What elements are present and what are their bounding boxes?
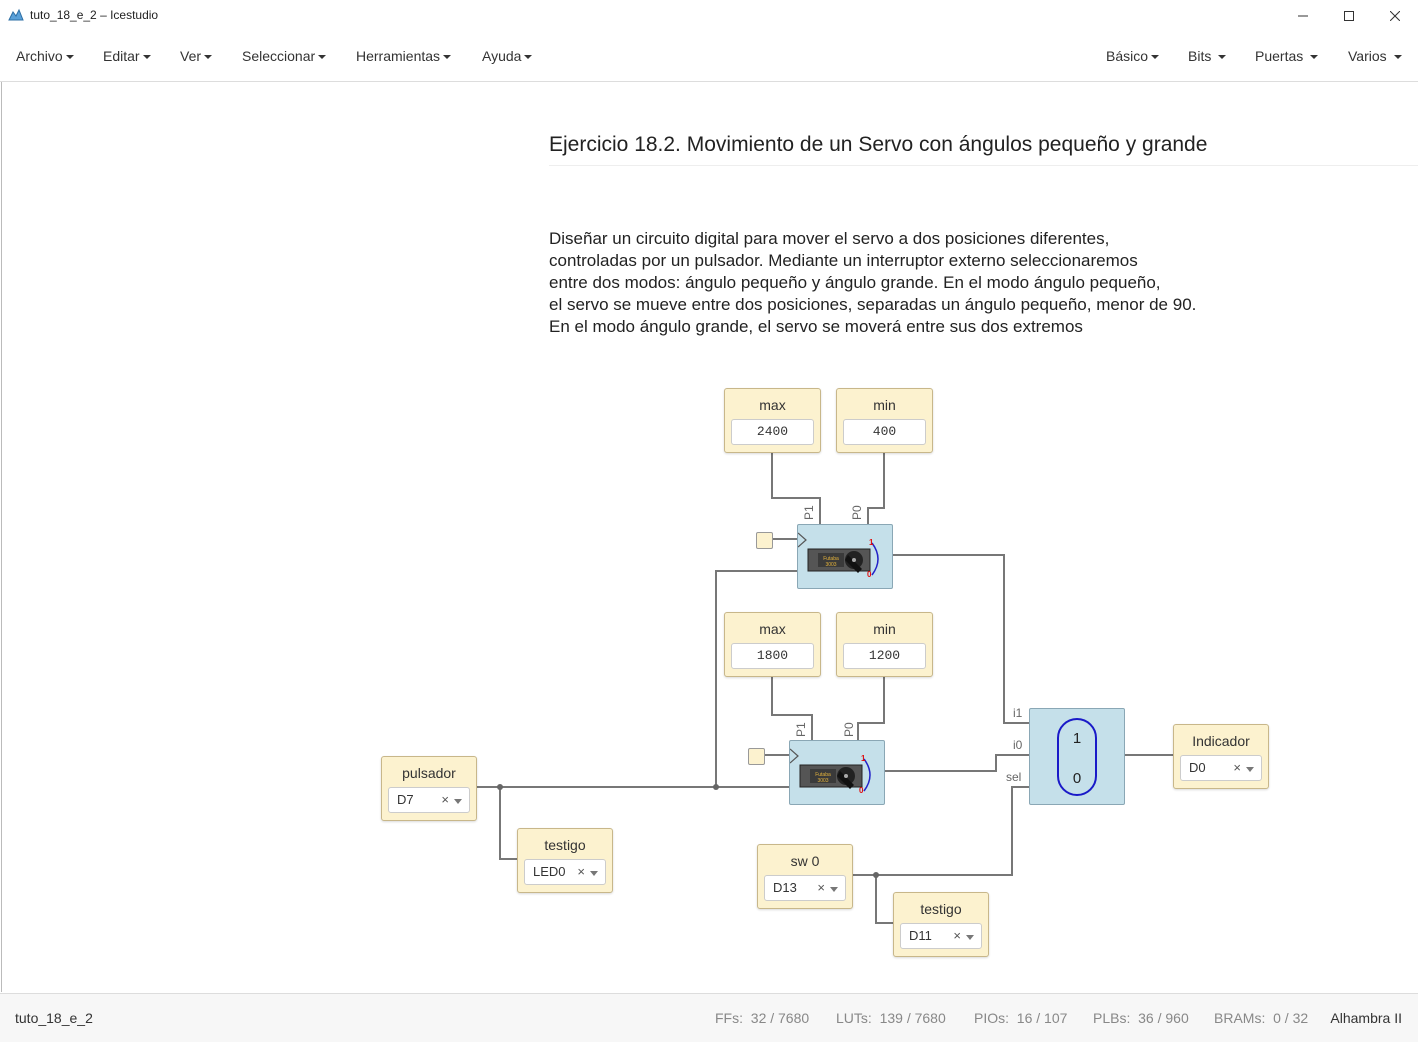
dropdown-arrow-icon[interactable] (830, 887, 838, 892)
servo-pos-1: 1 (861, 754, 866, 763)
pin-select[interactable]: D7 × (388, 787, 470, 813)
wire (875, 875, 893, 924)
port-label-p1: P1 (794, 722, 808, 737)
port-label-p0: P0 (842, 722, 856, 737)
constant-label: max (759, 621, 786, 637)
clear-icon[interactable]: × (577, 860, 585, 884)
dropdown-arrow-icon[interactable] (454, 799, 462, 804)
servo-pos-0: 0 (859, 786, 864, 795)
servo-block-top[interactable]: Futaba 3003 1 0 (797, 524, 893, 589)
output-indicador[interactable]: Indicador D0 × (1173, 724, 1269, 789)
constant-bottom-max[interactable]: max 1800 (724, 612, 821, 677)
stat-plbs: PLBs: 36 / 960 (1093, 1010, 1189, 1026)
wire-junction (873, 872, 879, 878)
pin-select[interactable]: D11 × (900, 923, 982, 949)
wires-layer (475, 451, 1173, 924)
pin-value: D7 (397, 792, 414, 807)
clear-icon[interactable]: × (953, 924, 961, 948)
servo-pos-0: 0 (867, 570, 872, 579)
wire (857, 675, 885, 740)
port-label-p0: P0 (850, 505, 864, 520)
board-name[interactable]: Alhambra II (1330, 1010, 1402, 1026)
port-label-p1: P1 (802, 505, 816, 520)
constant-bottom-min[interactable]: min 1200 (836, 612, 933, 677)
io-label: testigo (920, 901, 962, 917)
clock-input-block[interactable] (748, 748, 765, 765)
wire (867, 451, 885, 524)
output-testigo-d11[interactable]: testigo D11 × (893, 892, 989, 957)
io-label: pulsador (402, 765, 456, 781)
stat-luts: LUTs: 139 / 7680 (836, 1010, 946, 1026)
servo-icon: Futaba 3003 1 0 (789, 748, 871, 795)
constant-value-field[interactable]: 400 (843, 419, 926, 445)
servo-block-bottom[interactable]: Futaba 3003 1 0 (789, 740, 885, 805)
dropdown-arrow-icon[interactable] (590, 871, 598, 876)
io-label: testigo (544, 837, 586, 853)
clock-input-block[interactable] (756, 532, 773, 549)
pin-select[interactable]: D0 × (1180, 755, 1262, 781)
clear-icon[interactable]: × (1233, 756, 1241, 780)
mux-port-sel: sel (1006, 770, 1022, 784)
status-filename: tuto_18_e_2 (15, 1010, 93, 1026)
clear-icon[interactable]: × (817, 876, 825, 900)
mux-port-i1: i1 (1013, 706, 1023, 720)
stat-pios: PIOs: 16 / 107 (974, 1010, 1068, 1026)
wire-junction (713, 784, 719, 790)
servo-pos-1: 1 (869, 538, 874, 547)
mux-icon: 1 0 (1057, 718, 1097, 796)
output-testigo-led0[interactable]: testigo LED0 × (517, 828, 613, 893)
wire-junction (497, 784, 503, 790)
servo-model-text: 3003 (825, 562, 836, 568)
pin-value: LED0 (533, 864, 566, 879)
constant-value-field[interactable]: 2400 (731, 419, 814, 445)
constant-label: min (873, 621, 896, 637)
pin-select[interactable]: D13 × (764, 875, 846, 901)
stat-brams: BRAMs: 0 / 32 (1214, 1010, 1309, 1026)
constant-top-max[interactable]: max 2400 (724, 388, 821, 453)
pin-value: D11 (909, 928, 932, 943)
stat-ffs: FFs: 32 / 7680 (715, 1010, 810, 1026)
mux-label-1: 1 (1073, 730, 1081, 747)
dropdown-arrow-icon[interactable] (966, 935, 974, 940)
constant-value-field[interactable]: 1800 (731, 643, 814, 669)
servo-icon: Futaba 3003 1 0 (797, 532, 879, 579)
mux-label-0: 0 (1073, 770, 1081, 787)
wire (883, 754, 1029, 772)
input-pulsador[interactable]: pulsador D7 × (381, 756, 477, 821)
pin-value: D13 (773, 880, 797, 895)
constant-top-min[interactable]: min 400 (836, 388, 933, 453)
io-label: Indicador (1192, 733, 1250, 749)
mux-block[interactable]: 1 0 (1029, 708, 1125, 805)
constant-value-field[interactable]: 1200 (843, 643, 926, 669)
dropdown-arrow-icon[interactable] (1246, 767, 1254, 772)
mux-port-i0: i0 (1013, 738, 1023, 752)
constant-label: min (873, 397, 896, 413)
pin-value: D0 (1189, 760, 1206, 775)
servo-model-text: 3003 (817, 778, 828, 784)
wire (499, 787, 517, 860)
clear-icon[interactable]: × (441, 788, 449, 812)
constant-label: max (759, 397, 786, 413)
statusbar: tuto_18_e_2 FFs: 32 / 7680 LUTs: 139 / 7… (0, 993, 1418, 1042)
pin-select[interactable]: LED0 × (524, 859, 606, 885)
input-sw0[interactable]: sw 0 D13 × (757, 844, 853, 909)
io-label: sw 0 (790, 853, 820, 869)
